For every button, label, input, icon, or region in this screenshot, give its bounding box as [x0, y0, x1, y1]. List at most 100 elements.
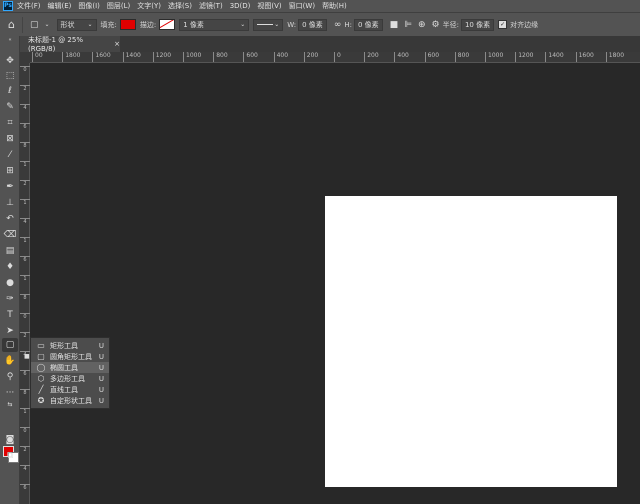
history-brush-tool-icon[interactable]: ↶	[2, 212, 18, 226]
ruler-origin[interactable]	[20, 52, 30, 63]
menu-edit[interactable]: 编辑(E)	[48, 1, 72, 11]
ruler-tick-label: 6	[20, 256, 30, 263]
flyout-item-ellipse[interactable]: ◯ 椭圆工具 U	[31, 362, 109, 373]
menu-help[interactable]: 帮助(H)	[322, 1, 347, 11]
menu-view[interactable]: 视图(V)	[257, 1, 281, 11]
menu-select[interactable]: 选择(S)	[168, 1, 192, 11]
screen-mode-icon[interactable]: ⧉	[2, 449, 18, 463]
stroke-swatch[interactable]	[159, 19, 176, 30]
menu-file[interactable]: 文件(F)	[17, 1, 41, 11]
tools-panel: « ✥ ⬚ ℓ ✎ ⌗ ⊠ ⁄ ⊞ ✒ ⊥ ↶ ⌫ ▤ ♦ ● ✑ T ➤ ▢ …	[0, 36, 20, 504]
gear-icon[interactable]: ⚙	[432, 20, 440, 30]
ruler-tick-label: 600	[243, 52, 258, 62]
ruler-tick-label: 0	[20, 313, 30, 320]
flyout-item-custom-shape[interactable]: ✪ 自定形状工具 U	[31, 395, 109, 406]
shape-tool-icon[interactable]: ▢	[2, 338, 18, 352]
quick-mask-icon[interactable]: ◙	[2, 433, 18, 447]
crop-tool-icon[interactable]: ⌗	[2, 116, 18, 130]
link-icon[interactable]: ∞	[334, 20, 342, 30]
flyout-item-label: 自定形状工具	[50, 396, 92, 405]
checkmark-icon: ✓	[498, 20, 508, 29]
stroke-type-dropdown[interactable]: ⌄	[253, 18, 284, 31]
ruler-tick-label: 1000	[183, 52, 201, 62]
healing-brush-tool-icon[interactable]: ⊞	[2, 164, 18, 178]
path-arrangement-icon[interactable]: ⊕	[418, 20, 426, 30]
chevron-down-icon: ⌄	[274, 21, 280, 28]
vertical-ruler: 02468121416180246810246	[20, 52, 30, 504]
radius-input[interactable]: 10 像素	[460, 18, 495, 31]
height-input[interactable]: 0 像素	[353, 18, 383, 31]
clone-stamp-tool-icon[interactable]: ⊥	[2, 196, 18, 210]
menu-3d[interactable]: 3D(D)	[230, 2, 251, 10]
quick-selection-tool-icon[interactable]: ✎	[2, 100, 18, 114]
eraser-tool-icon[interactable]: ⌫	[2, 228, 18, 242]
pen-tool-icon[interactable]: ✑	[2, 292, 18, 306]
collapse-panel-icon[interactable]: «	[2, 37, 18, 43]
stroke-width-value: 1 像素	[183, 20, 204, 29]
path-alignment-icon[interactable]: ⊫	[404, 20, 412, 30]
flyout-item-polygon[interactable]: ⬡ 多边形工具 U	[31, 373, 109, 384]
menu-image[interactable]: 图像(I)	[78, 1, 100, 11]
move-tool-icon[interactable]: ✥	[2, 54, 18, 68]
ruler-tick-label: 1400	[545, 52, 564, 62]
mode-dropdown[interactable]: 形状 ⌄	[56, 18, 97, 31]
flyout-item-shortcut: U	[98, 385, 104, 394]
frame-tool-icon[interactable]: ⊠	[2, 132, 18, 146]
hand-tool-icon[interactable]: ✋	[2, 354, 18, 368]
divider	[21, 16, 23, 33]
ruler-tick-label: 00	[32, 52, 43, 62]
tool-preset-picker[interactable]: ▢ ⌄	[27, 20, 53, 30]
home-icon[interactable]: ⌂	[8, 18, 15, 31]
ruler-tick-label: 8	[20, 294, 30, 301]
flyout-item-shortcut: U	[98, 363, 104, 372]
menu-type[interactable]: 文字(Y)	[137, 1, 161, 11]
menu-window[interactable]: 窗口(W)	[289, 1, 315, 11]
ruler-tick-label: 8	[20, 389, 30, 396]
menu-layer[interactable]: 图层(L)	[107, 1, 130, 11]
close-icon[interactable]: ×	[114, 40, 120, 48]
width-input[interactable]: 0 像素	[298, 18, 327, 31]
path-operations-icon[interactable]: ■	[390, 20, 399, 30]
document-tab-bar: 未标题-1 @ 25%(RGB/8) ×	[20, 36, 640, 53]
flyout-item-label: 多边形工具	[50, 374, 85, 383]
flyout-item-line[interactable]: ╱ 直线工具 U	[31, 384, 109, 395]
stroke-width-dropdown[interactable]: 1 像素 ⌄	[179, 18, 250, 31]
zoom-tool-icon[interactable]: ⚲	[2, 370, 18, 384]
ruler-tick-label: 1000	[485, 52, 503, 62]
flyout-item-label: 圆角矩形工具	[50, 352, 92, 361]
fill-swatch[interactable]	[119, 19, 136, 30]
ruler-tick-label: 6	[20, 123, 30, 130]
flyout-item-label: 直线工具	[50, 385, 78, 394]
ruler-tick-label: 200	[303, 52, 318, 62]
marquee-tool-icon[interactable]: ⬚	[2, 69, 18, 83]
shape-tool-flyout: ▭ 矩形工具 U ■ ▢ 圆角矩形工具 U ◯ 椭圆工具 U ⬡ 多边形工具 U…	[24, 337, 110, 409]
ruler-tick-label: 1	[20, 161, 30, 168]
brush-tool-icon[interactable]: ✒	[2, 180, 18, 194]
rounded-rectangle-icon: ▢	[37, 352, 45, 361]
blur-tool-icon[interactable]: ♦	[2, 260, 18, 274]
ellipse-icon: ◯	[36, 363, 46, 372]
flyout-item-rectangle[interactable]: ▭ 矩形工具 U	[31, 340, 109, 351]
type-tool-icon[interactable]: T	[2, 308, 18, 322]
lasso-tool-icon[interactable]: ℓ	[2, 84, 18, 98]
align-edges-checkbox[interactable]: ✓ 对齐边缘	[498, 20, 538, 30]
mode-value: 形状	[60, 20, 75, 29]
ruler-tick-label: 1	[20, 275, 30, 282]
ruler-tick-label: 800	[213, 52, 228, 62]
document-tab[interactable]: 未标题-1 @ 25%(RGB/8) ×	[20, 36, 120, 53]
menu-filter[interactable]: 滤镜(T)	[199, 1, 223, 11]
stroke-label: 描边:	[139, 20, 157, 29]
ruler-tick-label: 2	[20, 332, 30, 339]
document-canvas[interactable]	[325, 196, 617, 487]
path-selection-tool-icon[interactable]: ➤	[2, 324, 18, 338]
flyout-item-rounded-rectangle[interactable]: ■ ▢ 圆角矩形工具 U	[24, 351, 109, 362]
more-tools-icon[interactable]: ···	[2, 386, 18, 400]
polygon-icon: ⬡	[37, 374, 45, 383]
swap-colors-icon[interactable]: ⇆	[2, 400, 18, 408]
dodge-tool-icon[interactable]: ●	[2, 276, 18, 290]
photoshop-logo[interactable]: Ps	[3, 1, 13, 11]
gradient-tool-icon[interactable]: ▤	[2, 244, 18, 258]
eyedropper-tool-icon[interactable]: ⁄	[2, 148, 18, 162]
flyout-item-shortcut: U	[98, 352, 104, 361]
flyout-item-shortcut: U	[98, 341, 104, 350]
